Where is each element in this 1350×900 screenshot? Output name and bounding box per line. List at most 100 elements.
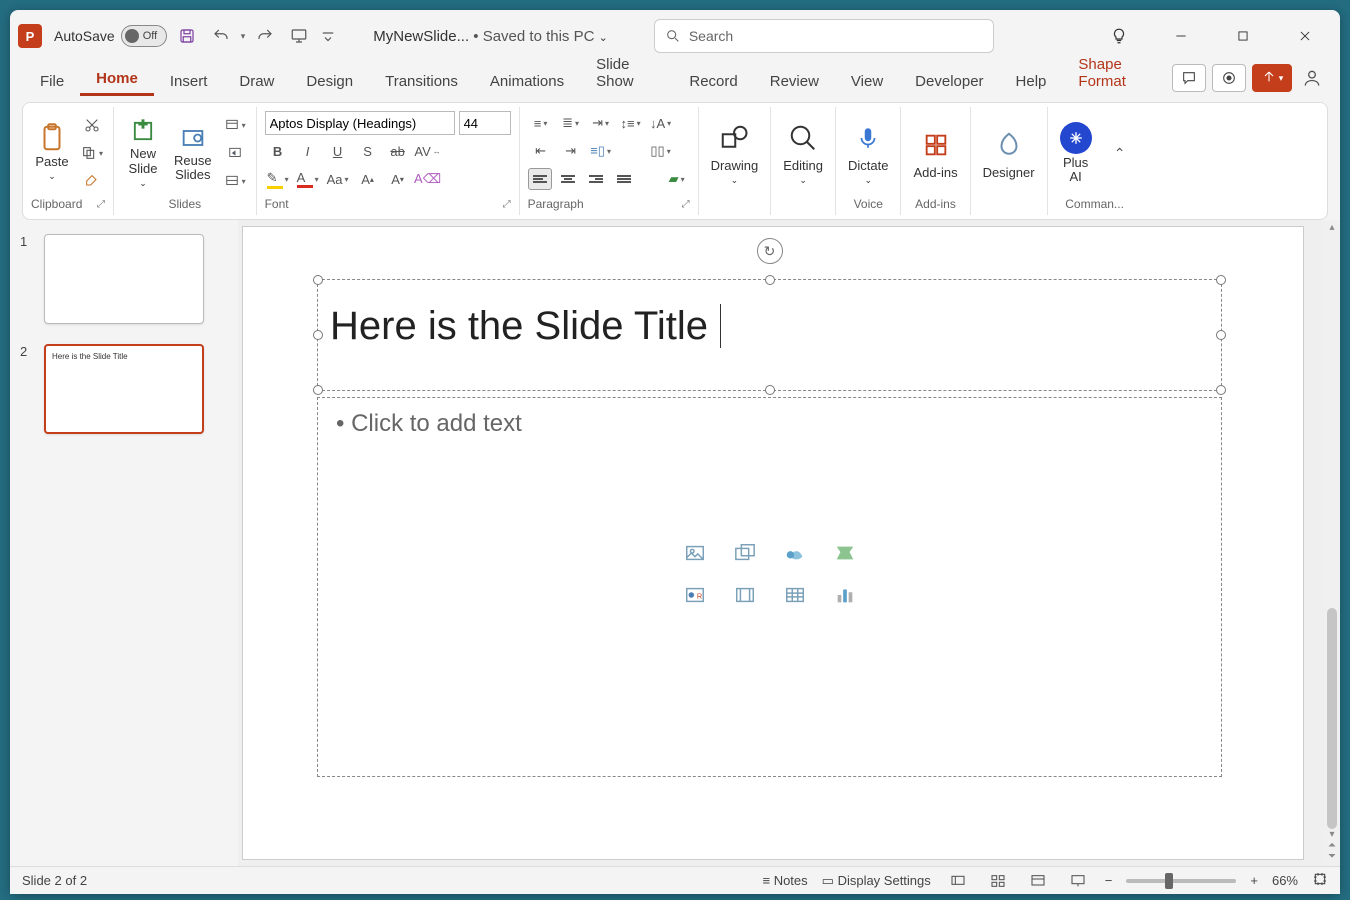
zoom-level[interactable]: 66% bbox=[1272, 873, 1298, 888]
designer-button[interactable]: Designer bbox=[979, 125, 1039, 182]
save-button[interactable] bbox=[173, 22, 201, 50]
shadow-button[interactable]: S bbox=[355, 139, 381, 163]
text-direction-button[interactable]: ↓A▾ bbox=[648, 111, 674, 135]
tab-animations[interactable]: Animations bbox=[474, 67, 580, 96]
account-icon[interactable] bbox=[1298, 64, 1326, 92]
thumbnail-pane[interactable]: 1 2 Here is the Slide Title bbox=[10, 220, 238, 866]
cut-button[interactable] bbox=[79, 113, 105, 137]
decrease-indent-button[interactable]: ⇤ bbox=[528, 139, 554, 163]
underline-button[interactable]: U bbox=[325, 139, 351, 163]
layout-button[interactable]: ▾ bbox=[222, 113, 248, 137]
slideshow-view-button[interactable] bbox=[1065, 871, 1091, 891]
notes-button[interactable]: ≡ Notes bbox=[762, 873, 807, 888]
camera-button[interactable] bbox=[1212, 64, 1246, 92]
document-title[interactable]: MyNewSlide... • Saved to this PC ⌄ bbox=[373, 28, 608, 45]
tab-help[interactable]: Help bbox=[1000, 67, 1063, 96]
tab-draw[interactable]: Draw bbox=[223, 67, 290, 96]
icons-icon[interactable] bbox=[776, 536, 814, 570]
paste-button[interactable]: Paste ⌄ bbox=[31, 122, 73, 184]
shrink-font-button[interactable]: A▾ bbox=[385, 167, 411, 191]
vertical-scrollbar[interactable]: ▴ ▾ ⏶ ⏷ bbox=[1324, 220, 1340, 866]
lightbulb-icon[interactable] bbox=[1100, 21, 1138, 51]
copy-button[interactable]: ▾ bbox=[79, 141, 105, 165]
maximize-button[interactable] bbox=[1224, 21, 1262, 51]
video-icon[interactable] bbox=[726, 578, 764, 612]
font-launcher-icon[interactable]: ⤢ bbox=[503, 199, 511, 210]
minimize-button[interactable] bbox=[1162, 21, 1200, 51]
strike-button[interactable]: ab bbox=[385, 139, 411, 163]
share-button[interactable]: ▾ bbox=[1252, 64, 1292, 92]
zoom-slider[interactable] bbox=[1126, 879, 1236, 883]
bullets-button[interactable]: ≡▾ bbox=[528, 111, 554, 135]
display-settings-button[interactable]: ▭ Display Settings bbox=[822, 873, 931, 889]
font-color-button[interactable]: A▾ bbox=[295, 167, 321, 191]
body-textbox[interactable]: • Click to add text R bbox=[317, 397, 1222, 777]
scrollbar-thumb[interactable] bbox=[1327, 608, 1337, 829]
undo-more-icon[interactable]: ▾ bbox=[241, 31, 246, 42]
title-text[interactable]: Here is the Slide Title bbox=[318, 280, 1221, 373]
reading-view-button[interactable] bbox=[1025, 871, 1051, 891]
dictate-button[interactable]: Dictate⌄ bbox=[844, 118, 892, 188]
align-left-button[interactable] bbox=[528, 168, 552, 190]
reuse-slides-button[interactable]: Reuse Slides bbox=[170, 122, 216, 185]
tab-home[interactable]: Home bbox=[80, 64, 154, 96]
slide-canvas[interactable]: ↻ Here is the Slide Title • Click to add… bbox=[242, 226, 1304, 860]
justify-button[interactable] bbox=[612, 168, 636, 190]
new-slide-button[interactable]: New Slide⌄ bbox=[122, 115, 164, 191]
close-button[interactable] bbox=[1286, 21, 1324, 51]
quickaccess-more-icon[interactable] bbox=[319, 22, 337, 50]
resize-handle[interactable] bbox=[313, 275, 323, 285]
char-spacing-button[interactable]: AV↔ bbox=[415, 139, 441, 163]
search-box[interactable]: Search bbox=[654, 19, 994, 53]
highlight-button[interactable]: ✎▾ bbox=[265, 167, 291, 191]
scroll-down-icon[interactable]: ▾ bbox=[1329, 829, 1334, 840]
tab-shape-format[interactable]: Shape Format bbox=[1062, 50, 1172, 96]
body-placeholder-text[interactable]: • Click to add text bbox=[318, 398, 1221, 450]
sorter-view-button[interactable] bbox=[985, 871, 1011, 891]
present-button[interactable] bbox=[285, 22, 313, 50]
cameo-icon[interactable]: R bbox=[676, 578, 714, 612]
align-right-button[interactable] bbox=[584, 168, 608, 190]
clipboard-launcher-icon[interactable]: ⤢ bbox=[97, 199, 105, 210]
zoom-handle[interactable] bbox=[1165, 873, 1173, 889]
italic-button[interactable]: I bbox=[295, 139, 321, 163]
pictures-icon[interactable] bbox=[726, 536, 764, 570]
slide-counter[interactable]: Slide 2 of 2 bbox=[22, 873, 87, 888]
grow-font-button[interactable]: A▴ bbox=[355, 167, 381, 191]
next-slide-icon[interactable]: ⏷ bbox=[1328, 851, 1336, 862]
increase-indent-button[interactable]: ⇥ bbox=[558, 139, 584, 163]
resize-handle[interactable] bbox=[313, 385, 323, 395]
table-icon[interactable] bbox=[776, 578, 814, 612]
format-painter-button[interactable] bbox=[79, 169, 105, 193]
title-textbox[interactable]: ↻ Here is the Slide Title bbox=[317, 279, 1222, 391]
zoom-in-button[interactable]: + bbox=[1250, 873, 1258, 888]
align-center-button[interactable] bbox=[556, 168, 580, 190]
section-button[interactable]: ▾ bbox=[222, 169, 248, 193]
numbering-button[interactable]: ≣▾ bbox=[558, 111, 584, 135]
tab-slideshow[interactable]: Slide Show bbox=[580, 50, 673, 96]
tab-view[interactable]: View bbox=[835, 67, 899, 96]
redo-button[interactable] bbox=[251, 22, 279, 50]
tab-review[interactable]: Review bbox=[754, 67, 835, 96]
undo-button[interactable] bbox=[207, 22, 235, 50]
bold-button[interactable]: B bbox=[265, 139, 291, 163]
collapse-ribbon-icon[interactable]: ⌃ bbox=[1106, 143, 1134, 163]
autosave-toggle[interactable]: Off bbox=[121, 25, 167, 47]
resize-handle[interactable] bbox=[1216, 330, 1226, 340]
resize-handle[interactable] bbox=[1216, 385, 1226, 395]
fit-window-button[interactable] bbox=[1312, 871, 1328, 890]
thumbnail-slide-2[interactable]: 2 Here is the Slide Title bbox=[20, 344, 228, 434]
font-size-select[interactable] bbox=[459, 111, 511, 135]
tab-record[interactable]: Record bbox=[673, 67, 753, 96]
tab-file[interactable]: File bbox=[24, 67, 80, 96]
chart-icon[interactable] bbox=[826, 578, 864, 612]
editing-button[interactable]: Editing⌄ bbox=[779, 118, 827, 188]
tab-developer[interactable]: Developer bbox=[899, 67, 999, 96]
thumbnail-slide-1[interactable]: 1 bbox=[20, 234, 228, 324]
align-text-button[interactable]: ≡▯▾ bbox=[588, 139, 614, 163]
resize-handle[interactable] bbox=[765, 275, 775, 285]
resize-handle[interactable] bbox=[765, 385, 775, 395]
paragraph-launcher-icon[interactable]: ⤢ bbox=[682, 199, 690, 210]
scroll-up-icon[interactable]: ▴ bbox=[1329, 222, 1334, 233]
resize-handle[interactable] bbox=[313, 330, 323, 340]
